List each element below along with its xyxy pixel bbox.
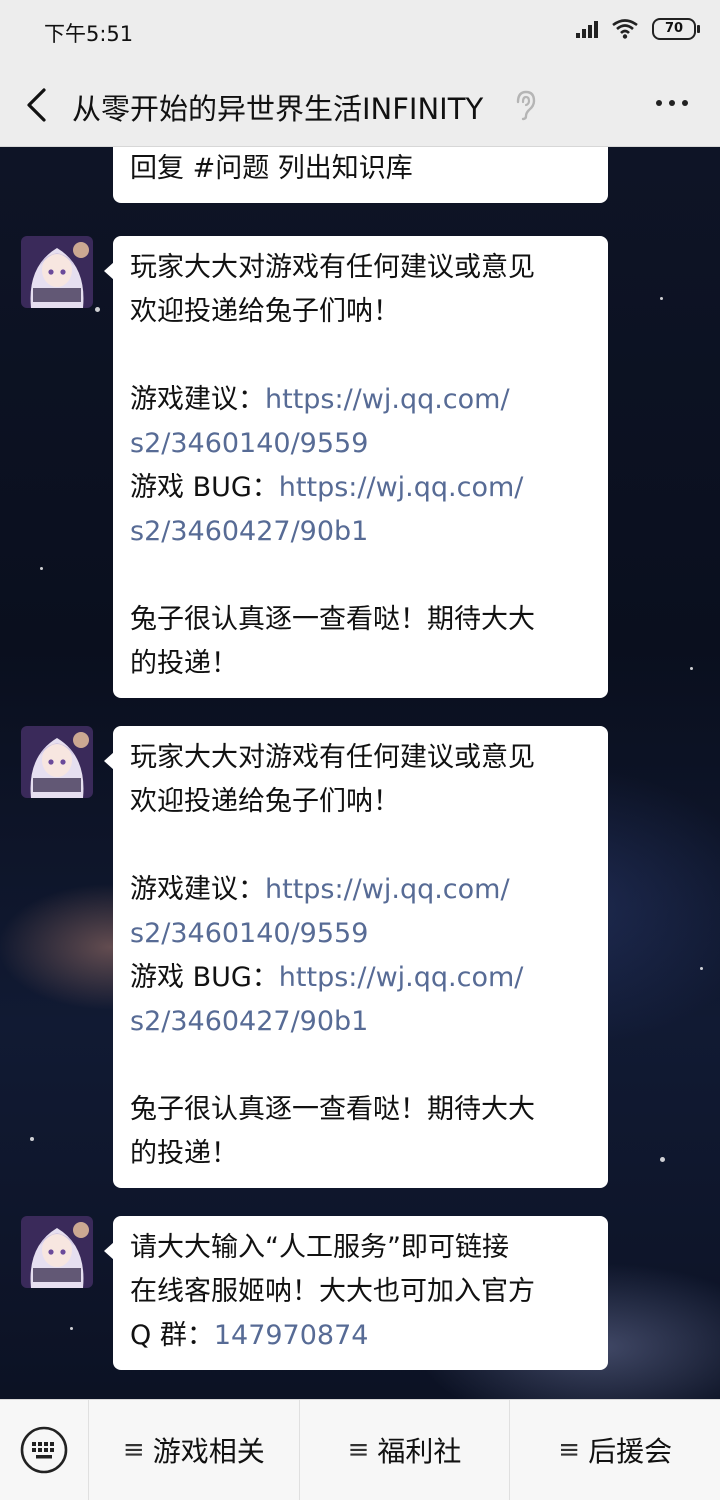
bug-label: 游戏 BUG： [130, 962, 279, 993]
battery-level: 70 [664, 21, 684, 36]
status-bar: 下午5:51 70 [0, 0, 720, 64]
bug-link[interactable]: s2/3460427/90b1 [130, 1000, 592, 1044]
message-text: 的投递！ [130, 1138, 238, 1169]
menu-list-icon: ≡ [347, 1435, 370, 1465]
back-icon[interactable] [20, 86, 56, 124]
suggest-link[interactable]: https://wj.qq.com/ [265, 874, 510, 905]
message-bubble[interactable]: 回复 #建议 查看常见问题 回复 #问题 列出知识库 [113, 147, 608, 203]
bug-link[interactable]: s2/3460427/90b1 [130, 510, 592, 554]
menu-item-game[interactable]: ≡ 游戏相关 [89, 1400, 299, 1500]
bug-label: 游戏 BUG： [130, 472, 279, 503]
menu-item-label: 后援会 [588, 1435, 673, 1468]
message-text: 欢迎投递给兔子们呐！ [130, 296, 400, 327]
message-text: 在线客服姬呐！大大也可加入官方 [130, 1276, 535, 1307]
bottom-menu: ≡ 游戏相关 ≡ 福利社 ≡ 后援会 [0, 1399, 720, 1500]
suggest-link[interactable]: https://wj.qq.com/ [265, 384, 510, 415]
avatar[interactable] [21, 1216, 93, 1288]
message-text: 兔子很认真逐一查看哒！期待大大 [130, 604, 535, 635]
avatar[interactable] [21, 726, 93, 798]
status-time: 下午5:51 [44, 22, 134, 46]
keyboard-icon [20, 1426, 68, 1474]
menu-item-welfare[interactable]: ≡ 福利社 [298, 1400, 510, 1500]
message-text: 欢迎投递给兔子们呐！ [130, 786, 400, 817]
menu-list-icon: ≡ [558, 1435, 581, 1465]
signal-icon [576, 20, 598, 38]
more-options-icon[interactable] [656, 100, 688, 106]
status-icons: 70 [576, 18, 700, 40]
message-bubble[interactable]: 玩家大大对游戏有任何建议或意见 欢迎投递给兔子们呐！ 游戏建议：https://… [104, 236, 608, 698]
bug-link[interactable]: https://wj.qq.com/ [279, 962, 524, 993]
keyboard-toggle-button[interactable] [0, 1400, 89, 1500]
menu-item-label: 游戏相关 [152, 1435, 265, 1468]
suggest-label: 游戏建议： [130, 874, 265, 905]
battery-icon: 70 [652, 18, 700, 40]
message-bubble[interactable]: 请大大输入“人工服务”即可链接 在线客服姬呐！大大也可加入官方 Q 群：1479… [104, 1216, 608, 1370]
avatar-image [21, 236, 93, 308]
menu-item-support[interactable]: ≡ 后援会 [509, 1400, 720, 1500]
qq-group-label: Q 群： [130, 1320, 214, 1351]
message-text: 兔子很认真逐一查看哒！期待大大 [130, 1094, 535, 1125]
message-text: 玩家大大对游戏有任何建议或意见 [130, 742, 535, 773]
bug-link[interactable]: https://wj.qq.com/ [279, 472, 524, 503]
chat-area[interactable]: 回复 #建议 查看常见问题 回复 #问题 列出知识库 玩家大大对游戏有任何建议或… [0, 147, 720, 1399]
earpiece-mode-icon [516, 90, 536, 121]
message-text: 请大大输入“人工服务”即可链接 [130, 1232, 509, 1263]
suggest-link[interactable]: s2/3460140/9559 [130, 422, 592, 466]
avatar[interactable] [21, 236, 93, 308]
avatar-image [21, 1216, 93, 1288]
message-text: 的投递！ [130, 648, 238, 679]
menu-list-icon: ≡ [122, 1435, 145, 1465]
message-text: 回复 #问题 列出知识库 [130, 153, 413, 184]
qq-group-number[interactable]: 147970874 [214, 1320, 369, 1351]
chat-title: 从零开始的异世界生活INFINITY [72, 92, 484, 126]
menu-item-label: 福利社 [377, 1435, 462, 1468]
message-bubble[interactable]: 玩家大大对游戏有任何建议或意见 欢迎投递给兔子们呐！ 游戏建议：https://… [104, 726, 608, 1188]
avatar-image [21, 726, 93, 798]
suggest-label: 游戏建议： [130, 384, 265, 415]
nav-bar: 从零开始的异世界生活INFINITY [0, 64, 720, 147]
suggest-link[interactable]: s2/3460140/9559 [130, 912, 592, 956]
wifi-icon [612, 19, 638, 39]
message-text: 玩家大大对游戏有任何建议或意见 [130, 252, 535, 283]
